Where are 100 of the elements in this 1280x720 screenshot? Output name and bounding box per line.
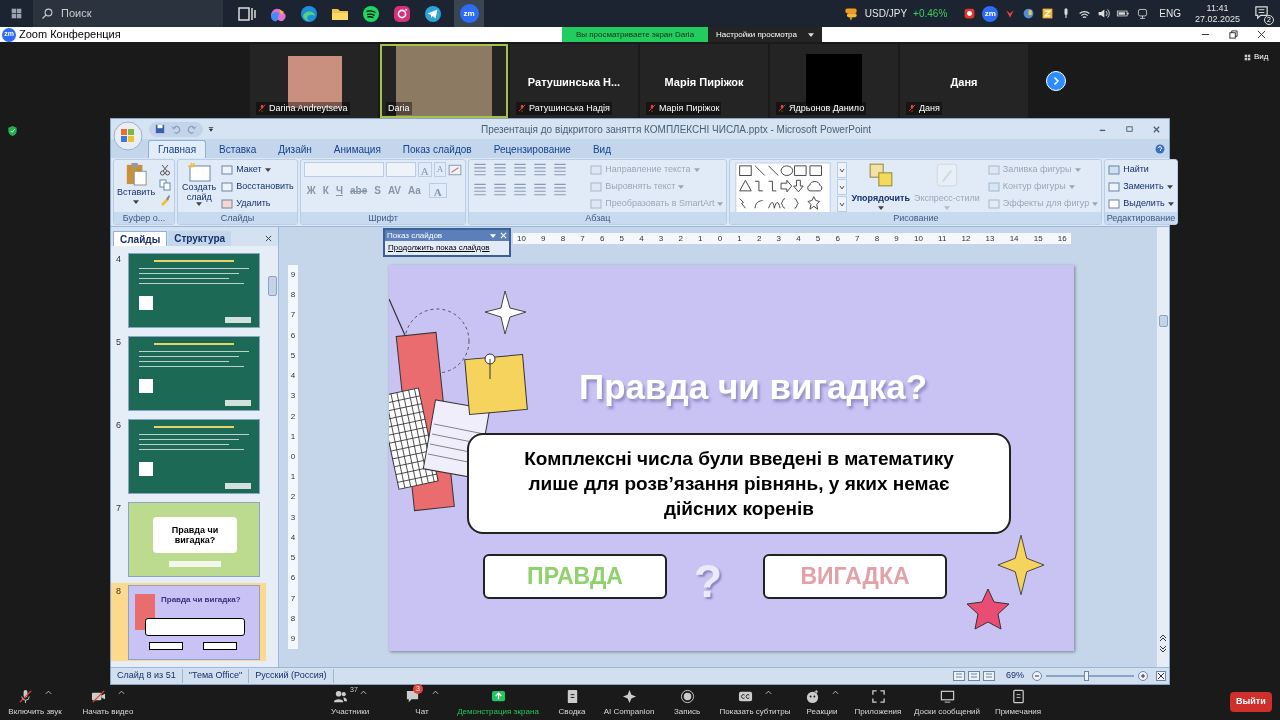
tray-app-icon[interactable]	[963, 7, 977, 20]
tray-app-icon[interactable]	[1022, 7, 1036, 20]
ribbon-tab[interactable]: Показ слайдов	[393, 140, 481, 158]
thumbnail-row[interactable]: 5	[111, 334, 266, 412]
font-size-field[interactable]	[385, 162, 416, 177]
paper-plane-icon[interactable]	[423, 3, 443, 24]
font-name-field[interactable]	[303, 162, 384, 177]
tray-app-icon[interactable]	[1041, 7, 1055, 20]
zoom-out-icon[interactable]	[1032, 671, 1042, 681]
shapes-gallery[interactable]	[733, 162, 834, 212]
restore-icon[interactable]	[1229, 30, 1238, 39]
thumbnail-row[interactable]: 6	[111, 417, 266, 495]
slide-title: Правда чи вигадка?	[161, 594, 241, 606]
ribbon-button[interactable]: Восстановить	[221, 179, 294, 195]
scrollbar[interactable]	[1157, 227, 1169, 667]
ribbon-button[interactable]: Удалить	[221, 196, 294, 212]
brush-icon[interactable]	[159, 194, 172, 206]
previous-slide-icon[interactable]	[1159, 634, 1167, 642]
customize-icon[interactable]	[208, 126, 214, 132]
ribbon-button[interactable]: Найти	[1108, 162, 1174, 178]
ribbon-button[interactable]: Заменить	[1108, 179, 1174, 195]
slide-thumbnail[interactable]	[128, 336, 260, 411]
scrollbar-thumb[interactable]	[267, 276, 277, 296]
participant-tile[interactable]: Марія Пиріжок Марія Пиріжок	[640, 44, 768, 118]
more-icon[interactable]	[837, 196, 848, 212]
shield-icon	[8, 126, 17, 136]
coin-stack-icon[interactable]	[842, 5, 859, 22]
thumbnail-row[interactable]: 8 Правда чи вигадка?	[111, 583, 266, 661]
participant-tile[interactable]: Ядрьонов Данило	[770, 44, 898, 118]
toolbar-button[interactable]: Показать субтитры	[710, 688, 800, 718]
slider-thumb[interactable]	[1083, 671, 1089, 681]
paste-button[interactable]: Вставить	[117, 162, 156, 204]
slide-thumbnail[interactable]	[128, 419, 260, 494]
slide-thumbnail[interactable]: Правда чи вигадка?	[128, 585, 260, 660]
menu-item[interactable]: Продолжить показ слайдов	[385, 241, 509, 255]
toolbar-button[interactable]: Демонстрация экрана	[448, 688, 548, 718]
slideshow-view-icon[interactable]	[983, 671, 995, 681]
scissors-icon[interactable]	[159, 164, 172, 176]
search-field[interactable]: Поиск	[33, 0, 223, 27]
help-icon[interactable]	[1155, 144, 1165, 154]
view-options-button[interactable]: Настройки просмотра	[708, 27, 822, 42]
toolbar-button[interactable]: Примечания	[986, 688, 1050, 718]
toolbar-button[interactable]: Сводка	[552, 688, 592, 718]
next-slide-icon[interactable]	[1159, 645, 1167, 653]
ribbon-tab[interactable]: Главная	[148, 140, 207, 158]
toolbar-button[interactable]: Начать видео	[78, 688, 138, 718]
star-drawing	[965, 587, 1011, 631]
arrange-button[interactable]: Упорядочить	[851, 162, 910, 210]
toolbar-button[interactable]: AI Companion	[594, 688, 664, 718]
next-page-button[interactable]	[1046, 71, 1066, 91]
start-icon[interactable]	[11, 8, 22, 19]
view-button[interactable]: Вид	[1244, 51, 1269, 63]
thumbnail-row[interactable]: 4	[111, 251, 266, 329]
ribbon-tab[interactable]: Вид	[583, 140, 620, 158]
ribbon-tab[interactable]: Анимация	[324, 140, 390, 158]
tray-app-icon[interactable]: zm	[982, 5, 999, 22]
scroll-icon[interactable]	[837, 179, 848, 195]
sorter-view-icon[interactable]	[968, 671, 980, 681]
ribbon-tab[interactable]: Вставка	[210, 140, 266, 158]
leave-button[interactable]: Выйти	[1230, 692, 1272, 712]
ribbon-tab[interactable]: Рецензирование	[484, 140, 580, 158]
copy-icon[interactable]	[159, 179, 172, 191]
participant-tile[interactable]: Daria	[380, 44, 508, 118]
toolbar-button[interactable]: Запись	[669, 688, 705, 718]
toolbar-button[interactable]: Приложения	[848, 688, 908, 718]
browser-icon[interactable]	[299, 3, 319, 24]
ribbon-tab[interactable]: Дизайн	[269, 140, 321, 158]
speaker-icon[interactable]	[1097, 7, 1111, 20]
camera-icon[interactable]	[392, 3, 412, 24]
language-indicator[interactable]: ENG	[1159, 6, 1181, 21]
muted-microphone-icon	[908, 104, 916, 113]
save-icon[interactable]	[155, 124, 165, 134]
scroll-icon[interactable]	[837, 162, 848, 178]
slide-thumbnail[interactable]: Правда чи вигадка?	[128, 502, 260, 577]
zoom-in-icon[interactable]	[1138, 671, 1148, 681]
close-icon[interactable]	[1152, 124, 1161, 134]
slide-thumbnail[interactable]	[128, 253, 260, 328]
participant-tile[interactable]: Ратушинська Н... Ратушинська Надія	[510, 44, 638, 118]
muted-microphone-icon	[778, 104, 786, 113]
arrow-down-icon[interactable]	[1004, 7, 1017, 20]
normal-view-icon[interactable]	[953, 671, 965, 681]
fit-to-window-icon[interactable]	[1156, 671, 1166, 681]
ribbon-button[interactable]: Макет	[221, 162, 294, 178]
sound-waves-icon[interactable]	[361, 3, 381, 24]
new-slide-button[interactable]: Создать слайд	[181, 162, 218, 206]
battery-icon[interactable]	[1116, 7, 1131, 20]
close-icon[interactable]	[265, 235, 272, 242]
participant-tile[interactable]: Даня Даня	[900, 44, 1028, 118]
app-button[interactable]: zm	[454, 0, 484, 27]
scrollbar-thumb[interactable]	[1158, 315, 1168, 327]
clock[interactable]: 11:41 27.02.2025	[1194, 2, 1240, 25]
pane-tab[interactable]: Структура	[168, 231, 232, 246]
toolbar-button[interactable]: Доски сообщений	[907, 688, 987, 718]
ribbon-button[interactable]: Выделить	[1108, 196, 1174, 212]
monitor-icon[interactable]	[1136, 7, 1150, 20]
toolbar-button[interactable]: Реакции	[800, 688, 844, 718]
pane-tab[interactable]: Слайды	[113, 231, 168, 246]
thumbnail-row[interactable]: 7 Правда чи вигадка?	[111, 500, 266, 578]
close-icon[interactable]	[1257, 30, 1266, 39]
toolbar-button[interactable]: Включить звук	[5, 688, 65, 718]
